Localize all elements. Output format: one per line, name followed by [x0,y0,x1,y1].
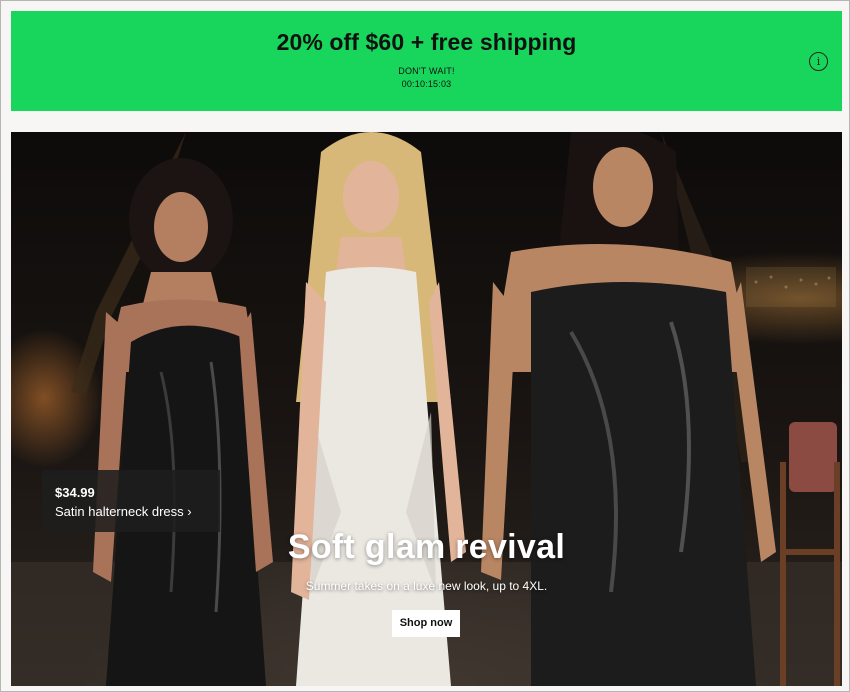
product-tag[interactable]: $34.99 Satin halterneck dress › [42,470,220,532]
hero-subtitle: Summer takes on a luxe new look, up to 4… [305,579,548,593]
hero-image [11,132,842,686]
info-icon[interactable]: i [809,52,828,71]
product-price: $34.99 [55,485,95,500]
promo-banner[interactable]: 20% off $60 + free shipping DON'T WAIT! … [11,11,842,111]
hero-banner[interactable]: $34.99 Satin halterneck dress › Soft gla… [11,132,842,686]
promo-title: 20% off $60 + free shipping [276,29,577,55]
chevron-right-icon: › [187,504,192,519]
promo-countdown-block: DON'T WAIT! 00:10:15:03 [11,65,842,91]
page-frame: 20% off $60 + free shipping DON'T WAIT! … [0,0,850,692]
red-cushion [789,422,837,492]
product-name-text: Satin halterneck dress [55,504,184,519]
shop-now-button[interactable]: Shop now [392,610,460,637]
product-name: Satin halterneck dress › [55,504,192,519]
promo-countdown-timer: 00:10:15:03 [401,79,452,89]
hero-title: Soft glam revival [287,528,566,566]
model-center [291,132,466,686]
model-left [93,158,273,686]
city-lights [746,267,836,307]
promo-urgency-label: DON'T WAIT! [398,66,455,76]
